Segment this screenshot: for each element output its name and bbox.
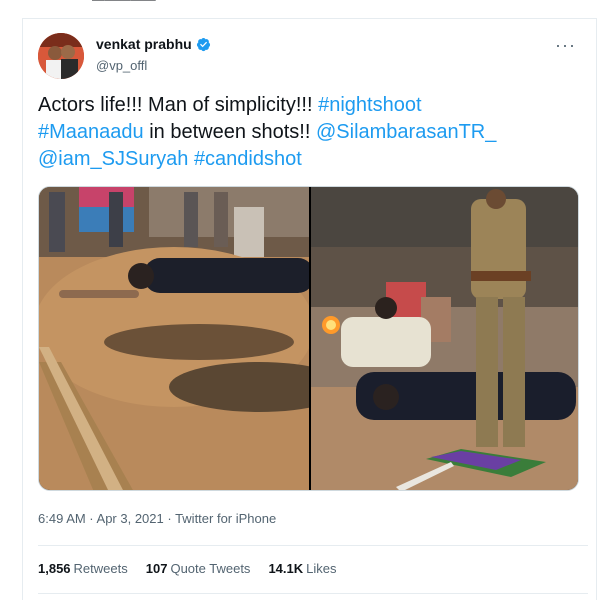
author-block: venkat prabhu @vp_offl bbox=[96, 36, 211, 73]
likes-label: Likes bbox=[306, 561, 337, 576]
avatar[interactable] bbox=[38, 33, 84, 79]
tweet-text-plain-2: in between shots!! bbox=[143, 121, 316, 143]
photo-1[interactable] bbox=[39, 187, 309, 490]
divider-bottom bbox=[38, 593, 588, 594]
photo-2[interactable] bbox=[311, 187, 578, 490]
tweet-timestamp[interactable]: 6:49 AM · Apr 3, 2021 · Twitter for iPho… bbox=[38, 511, 276, 526]
quote-tweets-count: 107 bbox=[145, 561, 168, 576]
tweet-header: venkat prabhu @vp_offl ··· bbox=[38, 33, 588, 81]
retweets-stat[interactable]: 1,856 Retweets bbox=[38, 561, 128, 576]
display-name-text[interactable]: venkat prabhu bbox=[96, 36, 192, 52]
likes-stat[interactable]: 14.1K Likes bbox=[268, 561, 336, 576]
display-name[interactable]: venkat prabhu bbox=[96, 36, 211, 52]
tweet-text-plain-1: Actors life!!! Man of simplicity!!! bbox=[38, 94, 319, 116]
retweets-label: Retweets bbox=[73, 561, 128, 576]
verified-badge-icon bbox=[196, 37, 210, 51]
media-grid bbox=[38, 186, 579, 491]
mention-iam-sjsuryah[interactable]: @iam_SJSuryah bbox=[38, 148, 188, 170]
previous-tweet-edge: ▀▀▀▀▀ bbox=[0, 0, 600, 18]
quote-tweets-stat[interactable]: 107 Quote Tweets bbox=[146, 561, 251, 576]
likes-count: 14.1K bbox=[268, 561, 304, 576]
mention-silambarasantr[interactable]: @SilambarasanTR_ bbox=[316, 121, 496, 143]
hashtag-candidshot[interactable]: #candidshot bbox=[194, 148, 302, 170]
engagement-stats: 1,856 Retweets 107 Quote Tweets 14.1K Likes bbox=[38, 561, 337, 576]
tweet-text: Actors life!!! Man of simplicity!!! #nig… bbox=[38, 92, 578, 173]
hashtag-nightshoot[interactable]: #nightshoot bbox=[318, 94, 421, 116]
quote-tweets-label: Quote Tweets bbox=[170, 561, 251, 576]
more-options-icon[interactable]: ··· bbox=[555, 35, 576, 56]
retweets-count: 1,856 bbox=[38, 561, 71, 576]
divider-top bbox=[38, 545, 588, 546]
hashtag-maanaadu[interactable]: #Maanaadu bbox=[38, 121, 144, 143]
clipped-header-text: ▀▀▀▀▀ bbox=[92, 0, 156, 10]
user-handle[interactable]: @vp_offl bbox=[96, 58, 211, 73]
